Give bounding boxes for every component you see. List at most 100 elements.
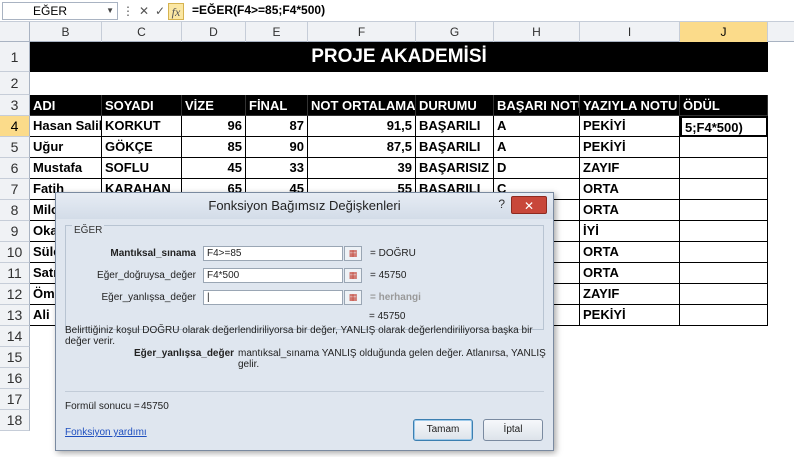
- table-cell[interactable]: [680, 263, 768, 284]
- table-cell[interactable]: PEKİYİ: [580, 305, 680, 326]
- cancel-icon[interactable]: ✕: [136, 3, 152, 20]
- row-header[interactable]: 13: [0, 305, 30, 326]
- row-header[interactable]: 15: [0, 347, 30, 368]
- table-cell[interactable]: 96: [182, 116, 246, 137]
- row-header[interactable]: 12: [0, 284, 30, 305]
- row-header[interactable]: 3: [0, 95, 30, 116]
- header-cell[interactable]: NOT ORTALAMA: [308, 95, 416, 116]
- table-cell[interactable]: KORKUT: [102, 116, 182, 137]
- row-header[interactable]: 7: [0, 179, 30, 200]
- help-icon[interactable]: ?: [498, 197, 505, 211]
- row-header[interactable]: 18: [0, 410, 30, 431]
- table-cell[interactable]: 90: [246, 137, 308, 158]
- select-all-corner[interactable]: [0, 22, 30, 42]
- table-cell[interactable]: İYİ: [580, 221, 680, 242]
- header-cell[interactable]: YAZIYLA NOTU: [580, 95, 680, 116]
- formula-text[interactable]: =EĞER(F4>=85;F4*500): [192, 3, 325, 17]
- function-help-link[interactable]: Fonksiyon yardımı: [65, 427, 147, 438]
- row-header[interactable]: 16: [0, 368, 30, 389]
- name-box-value: EĞER: [33, 4, 68, 18]
- column-header[interactable]: D: [182, 22, 246, 42]
- header-cell[interactable]: BAŞARI NOTU: [494, 95, 580, 116]
- table-cell[interactable]: 85: [182, 137, 246, 158]
- table-cell[interactable]: ORTA: [580, 263, 680, 284]
- row-header[interactable]: 1: [0, 42, 30, 72]
- header-cell[interactable]: ÖDÜL: [680, 95, 768, 116]
- table-cell[interactable]: ORTA: [580, 242, 680, 263]
- sheet-title[interactable]: PROJE AKADEMİSİ: [30, 42, 768, 72]
- table-cell[interactable]: SOFLU: [102, 158, 182, 179]
- table-cell[interactable]: BAŞARILI: [416, 116, 494, 137]
- table-cell[interactable]: 39: [308, 158, 416, 179]
- arg-label-value-if-true: Eğer_doğruysa_değer: [97, 270, 196, 281]
- row-header[interactable]: 6: [0, 158, 30, 179]
- column-header[interactable]: C: [102, 22, 182, 42]
- chevron-down-icon[interactable]: ▼: [106, 6, 114, 15]
- table-cell[interactable]: A: [494, 116, 580, 137]
- header-cell[interactable]: SOYADI: [102, 95, 182, 116]
- row-header[interactable]: 17: [0, 389, 30, 410]
- table-cell[interactable]: PEKİYİ: [580, 137, 680, 158]
- insert-function-button[interactable]: fx: [168, 2, 184, 20]
- close-button[interactable]: ✕: [511, 196, 547, 214]
- dialog-title[interactable]: Fonksiyon Bağımsız Değişkenleri: [56, 193, 553, 219]
- table-cell[interactable]: ORTA: [580, 200, 680, 221]
- table-cell[interactable]: 87: [246, 116, 308, 137]
- column-header[interactable]: E: [246, 22, 308, 42]
- column-header[interactable]: B: [30, 22, 102, 42]
- column-header[interactable]: F: [308, 22, 416, 42]
- value-if-false-input[interactable]: |: [203, 290, 343, 305]
- row-header[interactable]: 5: [0, 137, 30, 158]
- table-cell[interactable]: [680, 158, 768, 179]
- table-cell[interactable]: ZAYIF: [580, 158, 680, 179]
- header-cell[interactable]: FİNAL: [246, 95, 308, 116]
- row-header[interactable]: 14: [0, 326, 30, 347]
- column-header[interactable]: G: [416, 22, 494, 42]
- table-cell[interactable]: 87,5: [308, 137, 416, 158]
- cancel-button[interactable]: İptal: [483, 419, 543, 441]
- table-cell[interactable]: A: [494, 137, 580, 158]
- column-header-active[interactable]: J: [680, 22, 768, 42]
- table-cell[interactable]: GÖKÇE: [102, 137, 182, 158]
- table-cell[interactable]: BAŞARILI: [416, 137, 494, 158]
- row-header[interactable]: 8: [0, 200, 30, 221]
- table-cell[interactable]: 33: [246, 158, 308, 179]
- table-cell[interactable]: [680, 221, 768, 242]
- header-cell[interactable]: VİZE: [182, 95, 246, 116]
- table-cell[interactable]: [680, 137, 768, 158]
- table-cell[interactable]: [680, 305, 768, 326]
- name-box[interactable]: EĞER ▼: [2, 2, 118, 20]
- table-cell[interactable]: ORTA: [580, 179, 680, 200]
- row-header-active[interactable]: 4: [0, 116, 30, 137]
- range-picker-icon[interactable]: ▦: [344, 268, 362, 283]
- table-cell[interactable]: Hasan Salih: [30, 116, 102, 137]
- table-cell[interactable]: PEKİYİ: [580, 116, 680, 137]
- table-cell[interactable]: [680, 179, 768, 200]
- range-picker-icon[interactable]: ▦: [344, 246, 362, 261]
- range-picker-icon[interactable]: ▦: [344, 290, 362, 305]
- table-cell[interactable]: D: [494, 158, 580, 179]
- table-cell[interactable]: ZAYIF: [580, 284, 680, 305]
- arg-help-name: Eğer_yanlışsa_değer: [134, 348, 234, 359]
- table-cell[interactable]: [680, 242, 768, 263]
- column-header[interactable]: H: [494, 22, 580, 42]
- enter-icon[interactable]: ✓: [152, 3, 168, 20]
- row-header[interactable]: 11: [0, 263, 30, 284]
- table-cell[interactable]: [680, 200, 768, 221]
- table-cell[interactable]: BAŞARISIZ: [416, 158, 494, 179]
- row-header[interactable]: 9: [0, 221, 30, 242]
- active-cell[interactable]: 5;F4*500): [680, 116, 768, 137]
- logical-test-input[interactable]: F4>=85: [203, 246, 343, 261]
- table-cell[interactable]: 45: [182, 158, 246, 179]
- column-header[interactable]: I: [580, 22, 680, 42]
- row-header[interactable]: 2: [0, 72, 30, 95]
- table-cell[interactable]: 91,5: [308, 116, 416, 137]
- row-header[interactable]: 10: [0, 242, 30, 263]
- header-cell[interactable]: ADI: [30, 95, 102, 116]
- table-cell[interactable]: [680, 284, 768, 305]
- header-cell[interactable]: DURUMU: [416, 95, 494, 116]
- ok-button[interactable]: Tamam: [413, 419, 473, 441]
- table-cell[interactable]: Mustafa: [30, 158, 102, 179]
- value-if-true-input[interactable]: F4*500: [203, 268, 343, 283]
- table-cell[interactable]: Uğur: [30, 137, 102, 158]
